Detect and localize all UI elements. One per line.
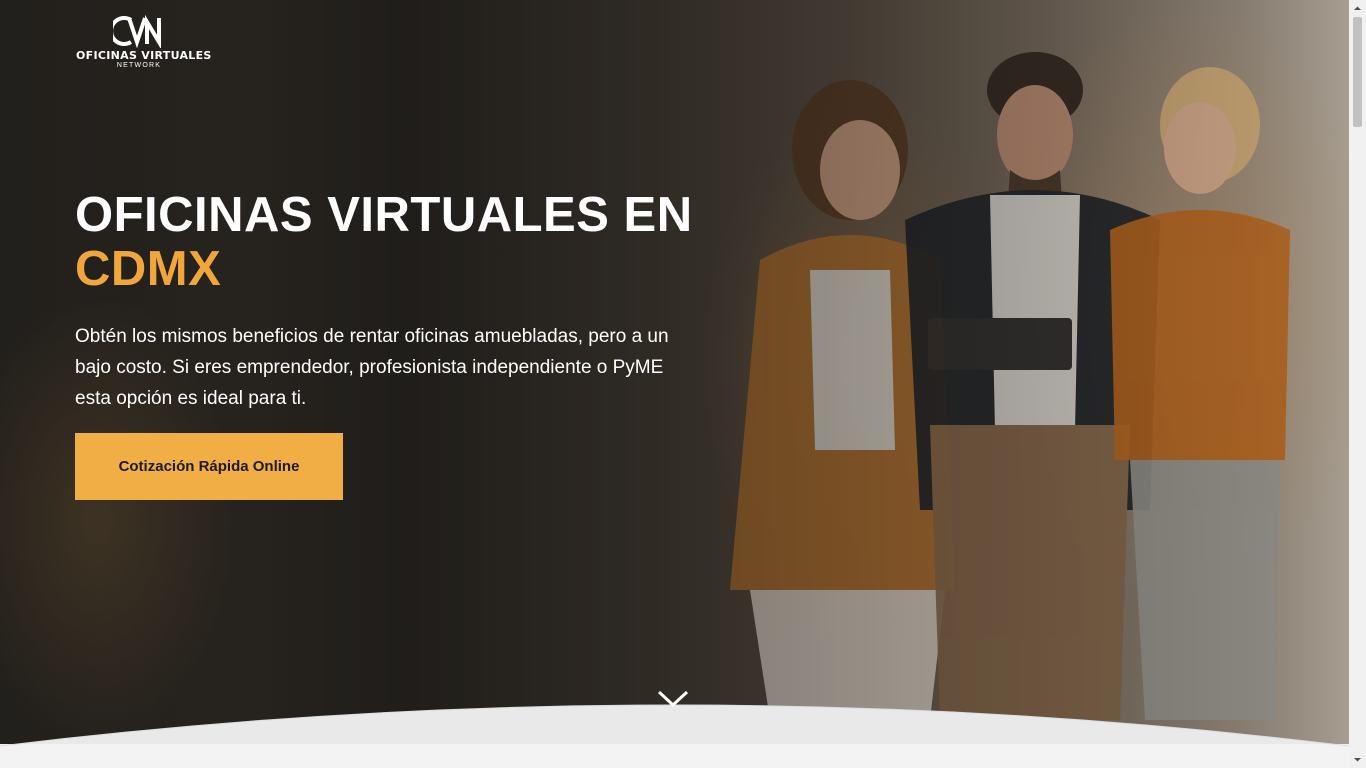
logo-name: OFICINAS VIRTUALES (76, 49, 212, 62)
chevron-down-icon[interactable] (655, 688, 691, 710)
logo-tagline: NETWORK (116, 62, 162, 69)
hero-title-line1: OFICINAS VIRTUALES EN (75, 188, 693, 242)
hero-title: OFICINAS VIRTUALES EN CDMX (75, 188, 693, 296)
quick-quote-button[interactable]: Cotización Rápida Online (75, 433, 343, 500)
page: OFICINAS VIRTUALES NETWORK OFICINAS VIRT… (0, 0, 1366, 768)
scrollbar-thumb[interactable] (1353, 17, 1362, 127)
hero-title-city: CDMX (75, 242, 222, 296)
site-logo[interactable]: OFICINAS VIRTUALES NETWORK (76, 14, 212, 69)
scroll-up-arrow-icon[interactable] (1349, 0, 1366, 17)
page-scrollbar[interactable] (1349, 0, 1366, 768)
hero-description: Obtén los mismos beneficios de rentar of… (75, 326, 669, 409)
ovn-logo-icon (113, 14, 161, 48)
scroll-down-arrow-icon[interactable] (1349, 751, 1366, 768)
